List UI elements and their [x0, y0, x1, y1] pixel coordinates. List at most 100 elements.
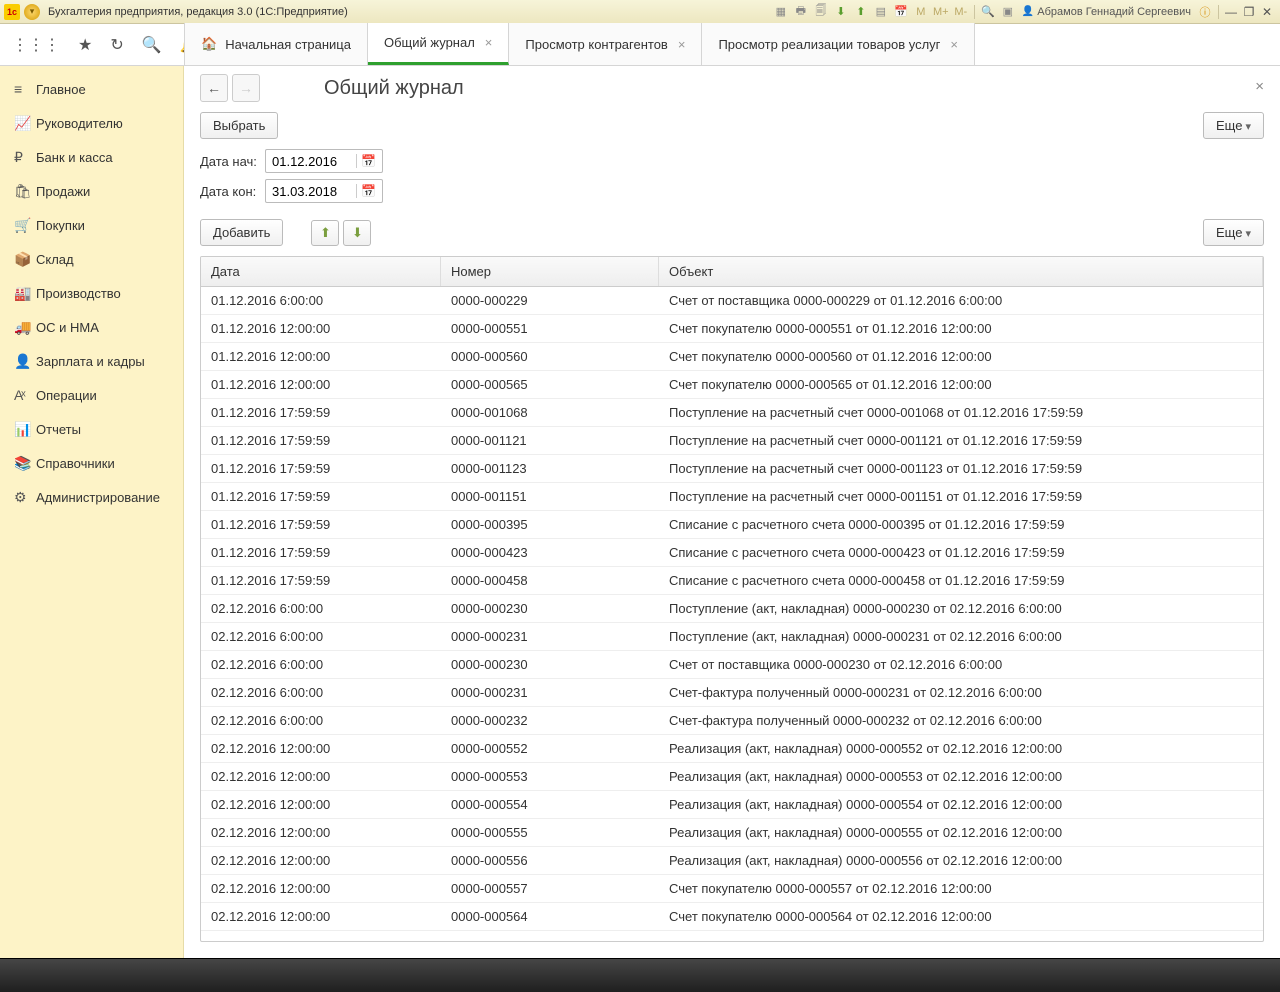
- apps-icon[interactable]: ⋮⋮⋮: [12, 35, 60, 55]
- table-row[interactable]: 02.12.2016 6:00:000000-000230Счет от пос…: [201, 651, 1263, 679]
- col-date[interactable]: Дата: [201, 257, 441, 286]
- toolbar-copy-icon[interactable]: 🗐: [812, 4, 830, 20]
- tab-close-icon[interactable]: ×: [485, 35, 493, 50]
- window-title: Бухгалтерия предприятия, редакция 3.0 (1…: [48, 6, 348, 18]
- more-button-top[interactable]: Еще: [1203, 112, 1264, 139]
- add-button[interactable]: Добавить: [200, 219, 283, 246]
- memory-mplus-icon[interactable]: M+: [932, 4, 950, 20]
- window-maximize-icon[interactable]: ❐: [1240, 4, 1258, 20]
- table-row[interactable]: 01.12.2016 17:59:590000-001068Поступлени…: [201, 399, 1263, 427]
- table-row[interactable]: 02.12.2016 12:00:000000-000555Реализация…: [201, 819, 1263, 847]
- tab[interactable]: Просмотр реализации товаров услуг×: [702, 23, 975, 65]
- sidebar-item-label: Покупки: [36, 218, 85, 233]
- table-row[interactable]: 02.12.2016 6:00:000000-000230Поступление…: [201, 595, 1263, 623]
- tab[interactable]: 🏠Начальная страница: [184, 23, 368, 65]
- sidebar-item[interactable]: ⚙Администрирование: [0, 480, 183, 514]
- table-row[interactable]: 01.12.2016 12:00:000000-000565Счет покуп…: [201, 371, 1263, 399]
- table-row[interactable]: 02.12.2016 12:00:000000-000564Счет покуп…: [201, 903, 1263, 931]
- tab[interactable]: Просмотр контрагентов×: [509, 23, 702, 65]
- cell-object: Реализация (акт, накладная) 0000-000556 …: [659, 853, 1263, 868]
- nav-back-button[interactable]: ←: [200, 74, 228, 102]
- date-from-input[interactable]: [266, 154, 356, 169]
- tab[interactable]: Общий журнал ×: [368, 23, 509, 65]
- date-from-field[interactable]: 📅: [265, 149, 383, 173]
- sidebar-item[interactable]: ≡Главное: [0, 72, 183, 106]
- toolbar-save-icon[interactable]: ⬆: [852, 4, 870, 20]
- table-row[interactable]: 01.12.2016 17:59:590000-000423Списание с…: [201, 539, 1263, 567]
- table-row[interactable]: 01.12.2016 17:59:590000-001121Поступлени…: [201, 427, 1263, 455]
- sidebar-item[interactable]: 🛒Покупки: [0, 208, 183, 242]
- toolbar-calc-icon[interactable]: ▤: [872, 4, 890, 20]
- sidebar-item[interactable]: 📊Отчеты: [0, 412, 183, 446]
- toolbar-preview-icon[interactable]: ▦: [772, 4, 790, 20]
- table-row[interactable]: 01.12.2016 6:00:000000-000229Счет от пос…: [201, 287, 1263, 315]
- table-row[interactable]: 01.12.2016 12:00:000000-000551Счет покуп…: [201, 315, 1263, 343]
- grid-body[interactable]: 01.12.2016 6:00:000000-000229Счет от пос…: [201, 287, 1263, 941]
- toolbar-print-icon[interactable]: 🖶: [792, 4, 810, 20]
- current-user[interactable]: Абрамов Геннадий Сергеевич: [1022, 6, 1191, 18]
- toolbar-calendar-icon[interactable]: 📅: [892, 4, 910, 20]
- table-row[interactable]: 02.12.2016 6:00:000000-000232Счет-фактур…: [201, 707, 1263, 735]
- system-menu-icon[interactable]: ▾: [24, 4, 40, 20]
- sidebar-item-label: Зарплата и кадры: [36, 354, 145, 369]
- sidebar-item[interactable]: 📦Склад: [0, 242, 183, 276]
- cell-object: Реализация (акт, накладная) 0000-000554 …: [659, 797, 1263, 812]
- nav-forward-button[interactable]: →: [232, 74, 260, 102]
- sidebar-item[interactable]: ₽Банк и касса: [0, 140, 183, 174]
- move-down-button[interactable]: ⬇: [343, 220, 371, 246]
- memory-mminus-icon[interactable]: M-: [952, 4, 970, 20]
- cell-object: Счет покупателю 0000-000565 от 01.12.201…: [659, 377, 1263, 392]
- table-row[interactable]: 02.12.2016 12:00:000000-000553Реализация…: [201, 763, 1263, 791]
- calendar-icon[interactable]: 📅: [356, 184, 380, 198]
- cell-object: Списание с расчетного счета 0000-000458 …: [659, 573, 1263, 588]
- table-row[interactable]: 02.12.2016 12:00:000000-000557Счет покуп…: [201, 875, 1263, 903]
- table-row[interactable]: 01.12.2016 17:59:590000-000395Списание с…: [201, 511, 1263, 539]
- history-icon[interactable]: ↻: [110, 35, 123, 55]
- col-object[interactable]: Объект: [659, 257, 1263, 286]
- sidebar-item[interactable]: 🏭Производство: [0, 276, 183, 310]
- toolbar-load-icon[interactable]: ⬇: [832, 4, 850, 20]
- select-button[interactable]: Выбрать: [200, 112, 278, 139]
- cell-date: 01.12.2016 17:59:59: [201, 573, 441, 588]
- window-close-icon[interactable]: ✕: [1258, 4, 1276, 20]
- sidebar-item[interactable]: АͯОперации: [0, 378, 183, 412]
- table-row[interactable]: 02.12.2016 6:00:000000-000231Счет-фактур…: [201, 679, 1263, 707]
- cell-number: 0000-000564: [441, 909, 659, 924]
- calendar-icon[interactable]: 📅: [356, 154, 380, 168]
- panel-icon[interactable]: ▣: [999, 4, 1017, 20]
- tab-label: Общий журнал: [384, 35, 475, 50]
- sidebar-item[interactable]: 📚Справочники: [0, 446, 183, 480]
- move-up-button[interactable]: ⬆: [311, 220, 339, 246]
- memory-m-icon[interactable]: M: [912, 4, 930, 20]
- cell-object: Реализация (акт, накладная) 0000-000552 …: [659, 741, 1263, 756]
- search-icon[interactable]: 🔍: [142, 35, 162, 55]
- table-row[interactable]: 01.12.2016 17:59:590000-001123Поступлени…: [201, 455, 1263, 483]
- page-close-icon[interactable]: ×: [1255, 78, 1264, 95]
- tab-close-icon[interactable]: ×: [678, 37, 686, 52]
- table-row[interactable]: 01.12.2016 17:59:590000-001151Поступлени…: [201, 483, 1263, 511]
- tab-close-icon[interactable]: ×: [950, 37, 958, 52]
- date-to-field[interactable]: 📅: [265, 179, 383, 203]
- sidebar-item-icon: 📊: [14, 421, 36, 438]
- table-row[interactable]: 02.12.2016 12:00:000000-000552Реализация…: [201, 735, 1263, 763]
- sidebar-item[interactable]: 👤Зарплата и кадры: [0, 344, 183, 378]
- window-minimize-icon[interactable]: —: [1222, 4, 1240, 20]
- cell-number: 0000-000232: [441, 713, 659, 728]
- cell-number: 0000-000560: [441, 349, 659, 364]
- sidebar-item[interactable]: 🛍Продажи: [0, 174, 183, 208]
- sidebar-item[interactable]: 📈Руководителю: [0, 106, 183, 140]
- table-row[interactable]: 01.12.2016 17:59:590000-000458Списание с…: [201, 567, 1263, 595]
- more-button-grid[interactable]: Еще: [1203, 219, 1264, 246]
- table-row[interactable]: 01.12.2016 12:00:000000-000560Счет покуп…: [201, 343, 1263, 371]
- cell-date: 01.12.2016 17:59:59: [201, 461, 441, 476]
- table-row[interactable]: 02.12.2016 12:00:000000-000554Реализация…: [201, 791, 1263, 819]
- cell-object: Счет от поставщика 0000-000230 от 02.12.…: [659, 657, 1263, 672]
- sidebar-item[interactable]: 🚚ОС и НМА: [0, 310, 183, 344]
- table-row[interactable]: 02.12.2016 6:00:000000-000231Поступление…: [201, 623, 1263, 651]
- table-row[interactable]: 02.12.2016 12:00:000000-000556Реализация…: [201, 847, 1263, 875]
- zoom-in-icon[interactable]: 🔍: [979, 4, 997, 20]
- info-icon[interactable]: ⓘ: [1196, 4, 1214, 20]
- date-to-input[interactable]: [266, 184, 356, 199]
- col-number[interactable]: Номер: [441, 257, 659, 286]
- favorite-icon[interactable]: ★: [78, 35, 92, 55]
